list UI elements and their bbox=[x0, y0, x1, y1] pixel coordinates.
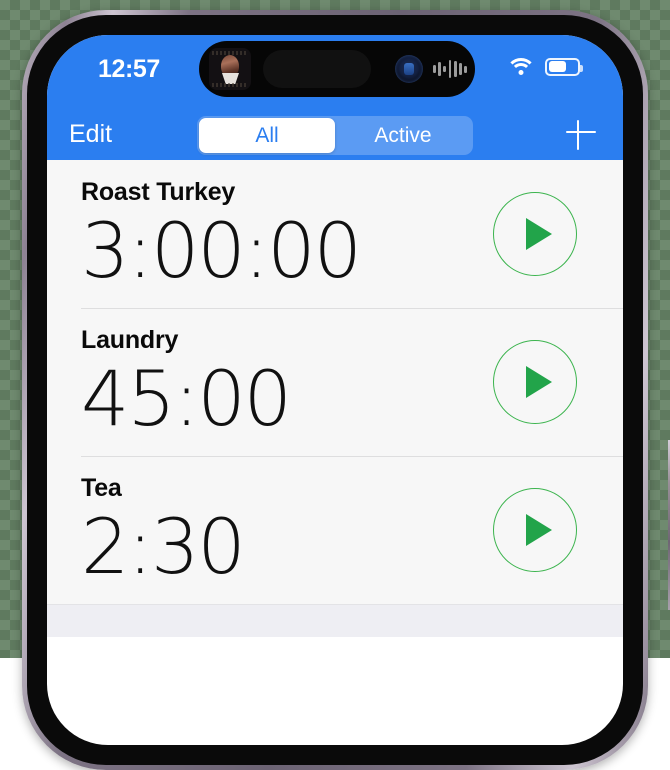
timer-list: Roast Turkey 3:00:00 Laundry 45:00 Tea 2… bbox=[47, 160, 623, 637]
dynamic-island[interactable] bbox=[199, 41, 475, 97]
album-art-bottom-strip bbox=[212, 83, 248, 87]
front-camera-lens-icon bbox=[395, 55, 423, 83]
audio-waveform-icon[interactable] bbox=[433, 58, 469, 80]
timer-row[interactable]: Tea 2:30 bbox=[47, 456, 623, 604]
waveform-bar bbox=[464, 65, 467, 73]
timer-row[interactable]: Laundry 45:00 bbox=[47, 308, 623, 456]
list-footer-area bbox=[47, 604, 623, 637]
tab-active[interactable]: Active bbox=[335, 118, 471, 153]
status-bar-clock: 12:57 bbox=[98, 55, 160, 83]
phone-screen: 12:57 Edit All Active Roast Turkey 3:00:… bbox=[47, 35, 623, 745]
play-button[interactable] bbox=[493, 192, 577, 276]
filter-segmented-control[interactable]: All Active bbox=[197, 116, 473, 155]
waveform-bar bbox=[433, 65, 436, 73]
navigation-bar: Edit All Active bbox=[47, 110, 623, 160]
play-icon bbox=[526, 366, 552, 398]
add-timer-button[interactable] bbox=[563, 114, 599, 150]
wifi-icon bbox=[506, 57, 536, 76]
status-bar-indicators bbox=[506, 57, 583, 76]
phone-bezel: 12:57 Edit All Active Roast Turkey 3:00:… bbox=[27, 15, 643, 765]
waveform-bar bbox=[458, 63, 462, 75]
island-center-pill bbox=[263, 50, 371, 88]
album-artwork-thumbnail[interactable] bbox=[209, 48, 251, 90]
phone-outer-frame: 12:57 Edit All Active Roast Turkey 3:00:… bbox=[22, 10, 670, 770]
play-button[interactable] bbox=[493, 488, 577, 572]
waveform-bar bbox=[448, 60, 452, 78]
waveform-bar bbox=[453, 61, 457, 77]
play-icon bbox=[526, 514, 552, 546]
battery-icon bbox=[545, 57, 583, 76]
play-icon bbox=[526, 218, 552, 250]
waveform-bar bbox=[438, 62, 441, 76]
waveform-bar bbox=[443, 66, 447, 72]
tab-all[interactable]: All bbox=[199, 118, 335, 153]
play-button[interactable] bbox=[493, 340, 577, 424]
status-bar: 12:57 bbox=[47, 35, 623, 110]
battery-fill bbox=[548, 61, 566, 72]
timer-row[interactable]: Roast Turkey 3:00:00 bbox=[47, 160, 623, 308]
screenshot-stage: 12:57 Edit All Active Roast Turkey 3:00:… bbox=[0, 0, 670, 770]
edit-button[interactable]: Edit bbox=[69, 120, 112, 149]
